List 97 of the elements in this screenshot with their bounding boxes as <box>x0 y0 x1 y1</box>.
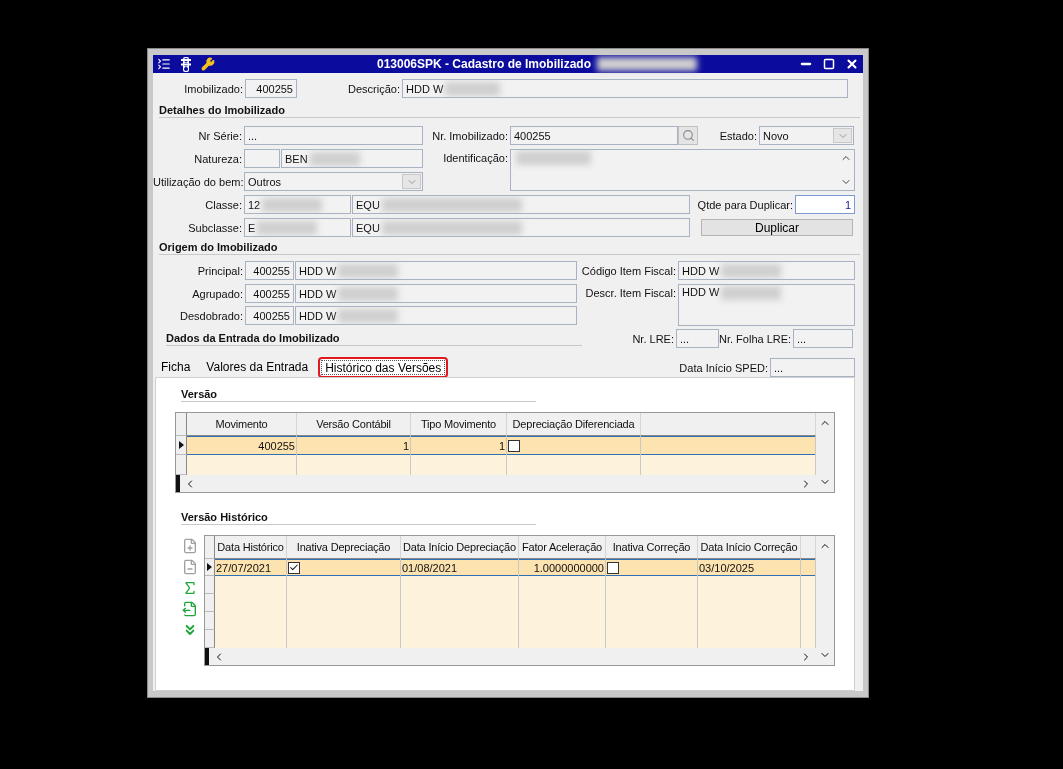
field-label: Código Item Fiscal: <box>580 264 677 277</box>
traffic-light-icon[interactable] <box>181 56 191 72</box>
principal-field[interactable]: HDD W <box>295 261 577 280</box>
section-title: Dados da Entrada do Imobilizado <box>166 331 582 346</box>
checkbox[interactable] <box>607 561 619 574</box>
origem-code-field[interactable]: 400255 <box>245 306 294 325</box>
field-label: Nr. LRE: <box>631 332 675 345</box>
vertical-scrollbar[interactable] <box>816 413 834 492</box>
vertical-scrollbar[interactable] <box>816 536 834 665</box>
table-cell: 1.0000000000 <box>533 561 604 574</box>
descr-item-fiscal-field[interactable]: HDD W <box>678 284 855 326</box>
window-title: 013006SPK - Cadastro de Imobilizado <box>376 57 592 71</box>
search-button[interactable] <box>678 126 698 145</box>
column-header[interactable]: Inativa Depreciação <box>296 541 391 553</box>
nr-folha-lre-field[interactable]: ... <box>793 329 853 348</box>
field-label: Qtde para Duplicar: <box>696 198 794 211</box>
close-icon[interactable] <box>845 57 859 71</box>
field-label: Nr Série: <box>197 129 243 142</box>
tab[interactable]: Ficha <box>155 356 197 377</box>
column-header[interactable]: Movimento <box>215 418 268 430</box>
table-row[interactable]: 400255 1 1 <box>176 436 816 455</box>
horizontal-scrollbar[interactable] <box>205 648 816 665</box>
maximize-icon[interactable] <box>823 58 835 70</box>
field-label: Descr. Item Fiscal: <box>584 286 677 299</box>
column-header[interactable]: Versão Contábil <box>316 418 391 430</box>
checkbox[interactable] <box>508 439 520 452</box>
utilizacao-select[interactable]: Outros <box>244 172 423 191</box>
field-label: Nr. Imobilizado: <box>431 129 509 142</box>
section-title: Versão Histórico <box>181 511 536 525</box>
table-cell: 1 <box>498 439 505 452</box>
row-pointer-icon <box>207 563 212 571</box>
section-title: Detalhes do Imobilizado <box>159 104 860 118</box>
table-row[interactable]: 27/07/2021 01/08/2021 1.0000000000 03/10/2025 <box>205 559 816 576</box>
estado-select[interactable]: Novo <box>759 126 854 145</box>
column-header[interactable]: Fator Aceleração <box>522 541 602 553</box>
remove-record-icon[interactable] <box>181 559 198 575</box>
checkbox[interactable] <box>288 561 300 574</box>
table-cell: 1 <box>402 439 409 452</box>
search-icon <box>681 129 695 142</box>
column-header[interactable]: Data Início Depreciação <box>403 541 516 553</box>
export-icon[interactable] <box>181 601 198 617</box>
row-header <box>205 612 215 630</box>
qtde-field[interactable]: 1 <box>795 195 855 214</box>
row-header <box>205 576 215 594</box>
column-header[interactable]: Data Início Correção <box>700 541 798 553</box>
field-label: Subclasse: <box>187 221 243 234</box>
add-record-icon[interactable] <box>181 538 198 554</box>
subclasse-field[interactable]: EQU <box>352 218 690 237</box>
nr-serie-field[interactable]: ... <box>244 126 423 145</box>
field-label: Nr. Folha LRE: <box>719 332 793 345</box>
field-label: Descrição: <box>347 82 401 95</box>
table-cell: 400255 <box>258 439 295 452</box>
table-cell: 01/08/2021 <box>402 561 458 574</box>
tab[interactable]: Histórico das Versões <box>318 357 449 378</box>
field-label: Data Início SPED: <box>678 361 769 374</box>
row-header <box>205 594 215 612</box>
tab[interactable]: Valores da Entrada <box>200 356 315 377</box>
table-cell: 27/07/2021 <box>216 561 272 574</box>
origem-field[interactable]: HDD W <box>295 306 577 325</box>
descricao-field[interactable]: HDD W <box>402 79 848 98</box>
duplicar-button[interactable]: Duplicar <box>701 219 853 236</box>
column-header[interactable]: Data Histórico <box>217 541 284 553</box>
menu-icon[interactable] <box>157 57 171 71</box>
field-label: Estado: <box>718 129 758 142</box>
field-label: Principal: <box>196 264 244 277</box>
field-label: Classe: <box>204 198 243 211</box>
table-cell: 03/10/2025 <box>699 561 755 574</box>
column-header[interactable]: Depreciação Diferenciada <box>512 418 635 430</box>
row-header <box>205 630 215 648</box>
nr-imobilizado-field[interactable]: 400255 <box>510 126 678 145</box>
column-header[interactable]: Inativa Correção <box>612 541 691 553</box>
codigo-item-fiscal-field[interactable]: HDD W <box>678 261 855 280</box>
field-label: Agrupado: <box>191 287 244 300</box>
principal-code-field[interactable]: 400255 <box>245 261 294 280</box>
subclasse-code-field[interactable]: E <box>244 218 351 237</box>
horizontal-scrollbar[interactable] <box>176 475 816 492</box>
natureza-field[interactable]: BEN <box>281 149 423 168</box>
identificacao-field[interactable] <box>510 149 855 191</box>
origem-field[interactable]: HDD W <box>295 284 577 303</box>
imobilizado-field[interactable]: 400255 <box>245 79 297 98</box>
nr-lre-field[interactable]: ... <box>676 329 719 348</box>
natureza-code-field[interactable] <box>244 149 280 168</box>
section-title: Versão <box>181 388 536 402</box>
column-header[interactable]: Tipo Movimento <box>420 418 496 430</box>
field-label: Imobilizado: <box>183 82 244 95</box>
data-inicio-sped-field[interactable]: ... <box>770 358 855 377</box>
field-label: Natureza: <box>193 152 243 165</box>
section-title: Origem do Imobilizado <box>159 241 860 255</box>
wrench-icon[interactable] <box>201 57 215 71</box>
classe-field[interactable]: EQU <box>352 195 690 214</box>
field-label: Desdobrado: <box>179 309 244 322</box>
row-pointer-icon <box>178 441 184 449</box>
field-label: Identificação: <box>442 151 509 164</box>
origem-code-field[interactable]: 400255 <box>245 284 294 303</box>
row-header <box>176 455 187 475</box>
classe-code-field[interactable]: 12 <box>244 195 351 214</box>
field-label: Utilização do bem: <box>153 175 244 188</box>
